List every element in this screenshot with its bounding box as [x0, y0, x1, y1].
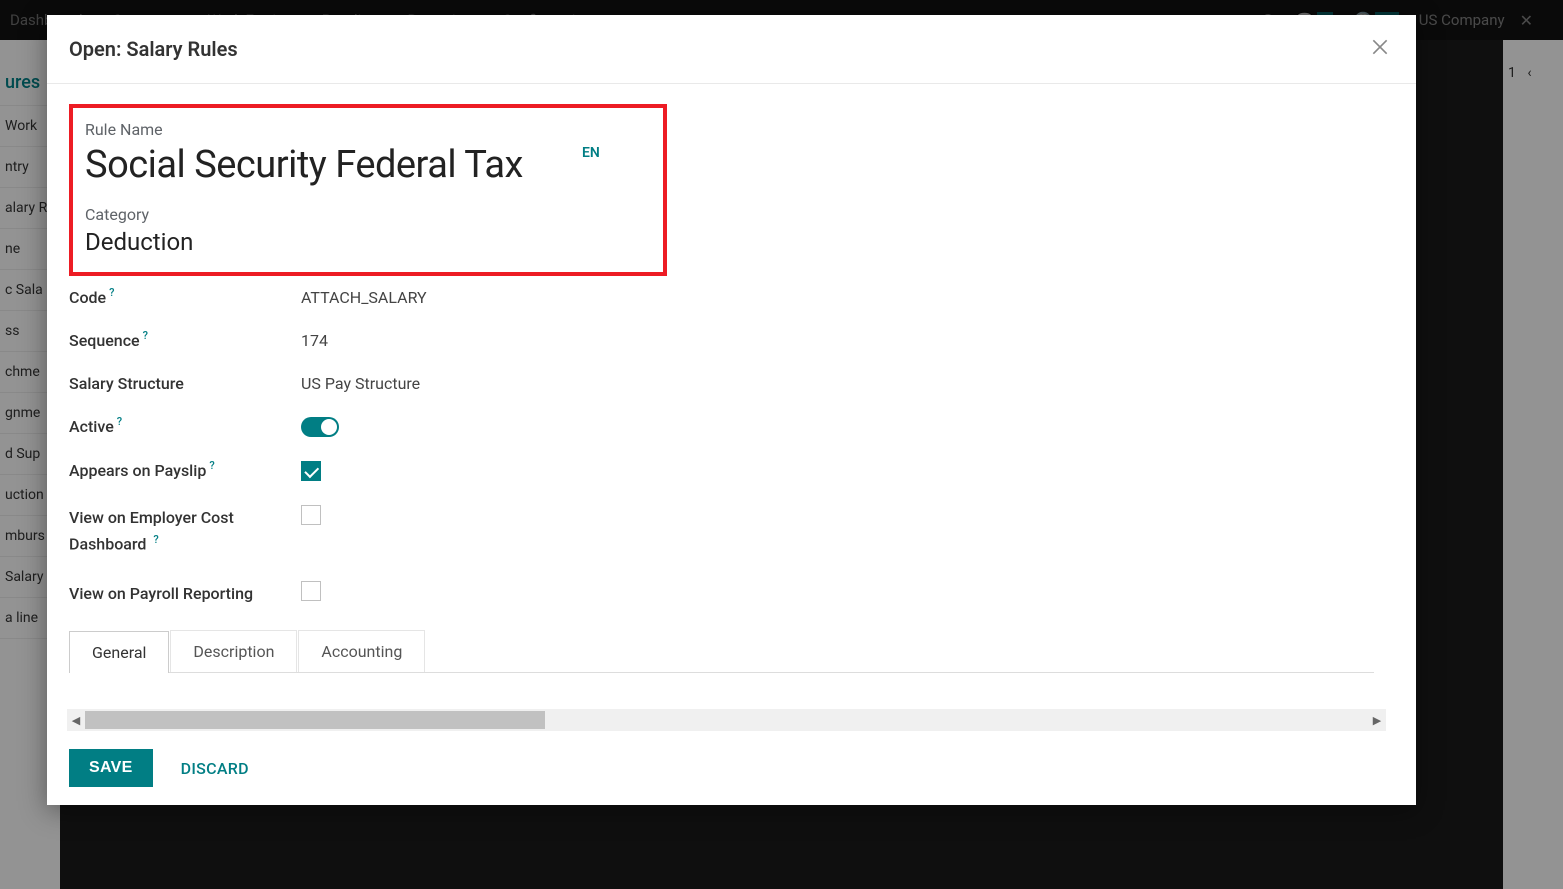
- help-icon[interactable]: ?: [109, 286, 114, 299]
- appears-on-payslip-checkbox[interactable]: [301, 461, 321, 481]
- modal-title: Open: Salary Rules: [69, 37, 238, 61]
- help-icon[interactable]: ?: [117, 415, 122, 428]
- close-button[interactable]: [1366, 33, 1394, 65]
- salary-structure-label: Salary Structure: [69, 374, 184, 393]
- tab-description[interactable]: Description: [170, 630, 297, 672]
- category-label: Category: [85, 205, 651, 224]
- scroll-right-arrow[interactable]: ▶: [1368, 714, 1386, 727]
- view-employer-cost-label: View on Employer Cost Dashboard: [69, 508, 234, 553]
- category-input[interactable]: Deduction: [85, 228, 651, 256]
- help-icon[interactable]: ?: [143, 329, 148, 342]
- scroll-left-arrow[interactable]: ◀: [67, 714, 85, 727]
- language-tag[interactable]: EN: [582, 145, 600, 161]
- salary-rule-modal: Open: Salary Rules Rule Name Social Secu…: [47, 15, 1416, 805]
- tab-bar: General Description Accounting: [69, 630, 1374, 673]
- highlight-box: Rule Name Social Security Federal Tax EN…: [69, 104, 667, 276]
- modal-body: Rule Name Social Security Federal Tax EN…: [47, 84, 1416, 731]
- modal-scroll-area[interactable]: Rule Name Social Security Federal Tax EN…: [47, 84, 1396, 701]
- code-input[interactable]: ATTACH_SALARY: [301, 288, 1374, 307]
- view-employer-cost-checkbox[interactable]: [301, 505, 321, 525]
- tab-accounting[interactable]: Accounting: [298, 630, 425, 672]
- horizontal-scrollbar[interactable]: ◀ ▶: [67, 709, 1386, 731]
- sequence-label: Sequence: [69, 331, 140, 350]
- view-payroll-reporting-label: View on Payroll Reporting: [69, 581, 253, 607]
- code-label: Code: [69, 288, 106, 307]
- active-label: Active: [69, 417, 114, 436]
- active-toggle[interactable]: [301, 417, 339, 437]
- rule-name-input[interactable]: Social Security Federal Tax: [85, 143, 578, 187]
- sequence-input[interactable]: 174: [301, 331, 1374, 350]
- help-icon[interactable]: ?: [209, 459, 214, 472]
- view-payroll-reporting-checkbox[interactable]: [301, 581, 321, 601]
- discard-button[interactable]: DISCARD: [181, 759, 249, 778]
- close-icon: [1370, 37, 1390, 57]
- tab-general[interactable]: General: [69, 631, 169, 673]
- salary-structure-input[interactable]: US Pay Structure: [301, 374, 1374, 393]
- help-icon[interactable]: ?: [153, 533, 158, 546]
- modal-header: Open: Salary Rules: [47, 15, 1416, 84]
- rule-name-label: Rule Name: [85, 120, 651, 139]
- scrollbar-thumb[interactable]: [85, 711, 545, 729]
- appears-on-payslip-label: Appears on Payslip: [69, 461, 206, 480]
- save-button[interactable]: SAVE: [69, 749, 153, 787]
- modal-footer: SAVE DISCARD: [47, 731, 1416, 805]
